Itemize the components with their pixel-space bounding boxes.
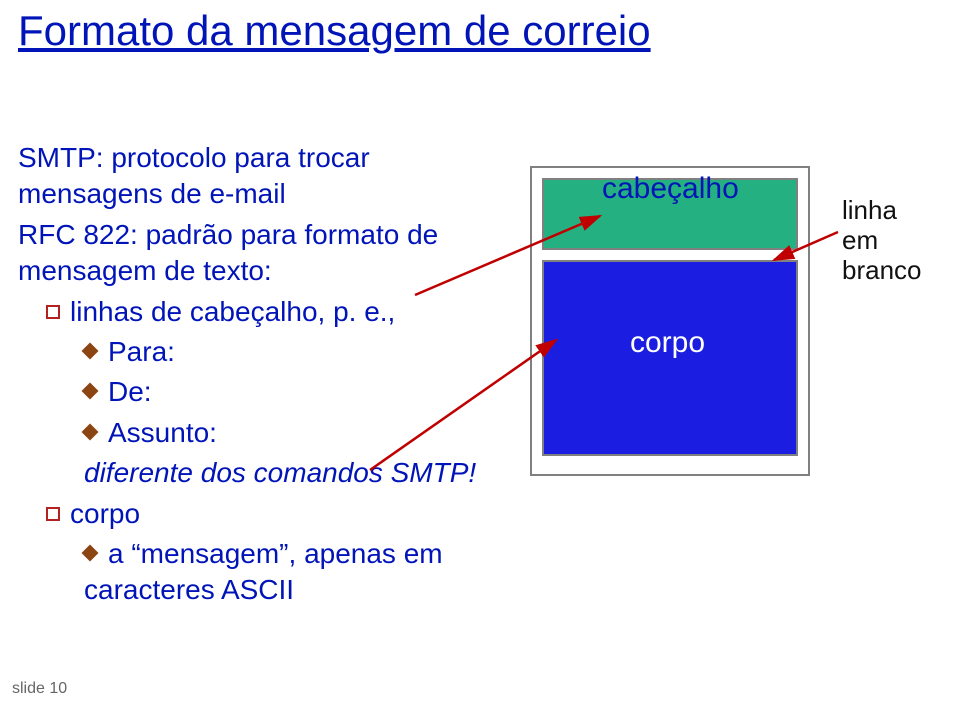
bullet-header-lines: linhas de cabeçalho, p. e., (46, 294, 498, 330)
message-outline-box (530, 166, 810, 476)
square-bullet-icon (46, 305, 60, 319)
subbullet-para-text: Para: (108, 336, 175, 367)
bullet-header-lines-text: linhas de cabeçalho, p. e., (70, 296, 395, 327)
subbullet-para: Para: (84, 334, 498, 370)
note-diferente: diferente dos comandos SMTP! (84, 455, 498, 491)
subbullet-mensagem-text: a “mensagem”, apenas em caracteres ASCII (84, 538, 443, 605)
left-column: SMTP: protocolo para trocar mensagens de… (18, 140, 498, 613)
text-smtp: SMTP: protocolo para trocar mensagens de… (18, 140, 498, 213)
diamond-bullet-icon (82, 544, 99, 561)
subbullet-de-text: De: (108, 376, 152, 407)
label-linha-em-branco: linha em branco (842, 196, 922, 286)
subbullet-assunto-text: Assunto: (108, 417, 217, 448)
diamond-bullet-icon (82, 342, 99, 359)
slide-title: Formato da mensagem de correio (18, 8, 651, 54)
slide-number: slide 10 (12, 680, 67, 698)
square-bullet-icon (46, 507, 60, 521)
label-branco: branco (842, 256, 922, 286)
text-rfc822: RFC 822: padrão para formato de mensagem… (18, 217, 498, 290)
subbullet-assunto: Assunto: (84, 415, 498, 451)
label-em: em (842, 226, 922, 256)
subbullet-mensagem: a “mensagem”, apenas em caracteres ASCII (84, 536, 498, 609)
label-corpo: corpo (630, 326, 705, 360)
diamond-bullet-icon (82, 383, 99, 400)
label-cabecalho: cabeçalho (602, 172, 739, 206)
label-linha: linha (842, 196, 922, 226)
subbullet-de: De: (84, 374, 498, 410)
bullet-corpo: corpo (46, 496, 498, 532)
message-diagram (530, 166, 810, 476)
bullet-corpo-text: corpo (70, 498, 140, 529)
diamond-bullet-icon (82, 423, 99, 440)
